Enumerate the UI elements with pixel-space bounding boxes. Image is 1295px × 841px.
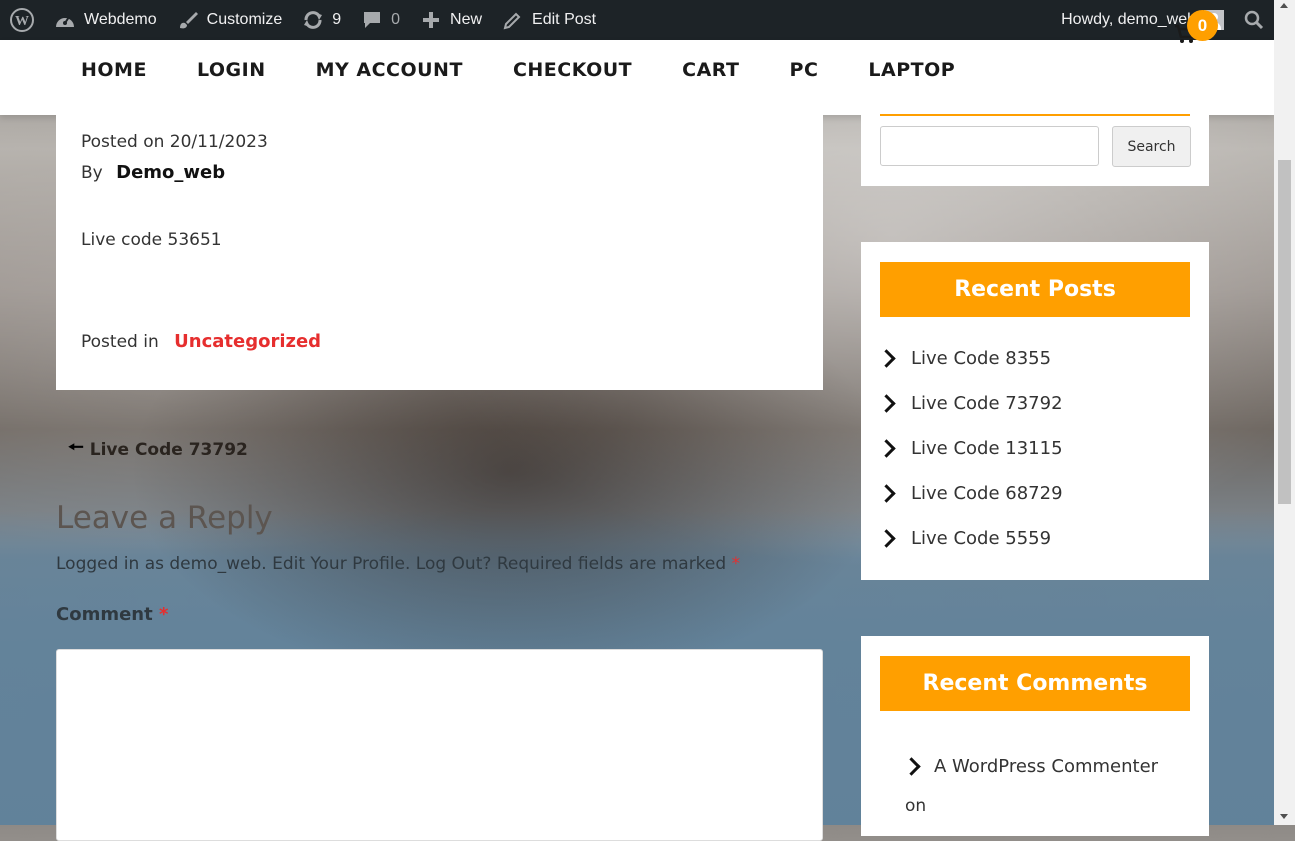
post-author-line: By Demo_web <box>81 162 225 183</box>
pencil-icon <box>502 9 524 31</box>
comment-required-mark: * <box>159 604 169 625</box>
search-icon <box>1244 10 1264 30</box>
posted-in-label: Posted in <box>81 332 159 352</box>
previous-post-link[interactable]: 🠔 Live Code 73792 <box>68 435 248 465</box>
logged-in-as-text: Logged in as demo_web. <box>56 554 267 574</box>
updates-link[interactable]: 9 <box>292 0 351 40</box>
recent-post-title: Live Code 68729 <box>911 483 1063 504</box>
edit-post-label: Edit Post <box>532 11 597 28</box>
primary-nav: HOME LOGIN MY ACCOUNT CHECKOUT CART PC L… <box>56 40 980 100</box>
site-name-link[interactable]: Webdemo <box>44 0 167 40</box>
nav-checkout[interactable]: CHECKOUT <box>488 59 657 81</box>
recent-post-title: Live Code 73792 <box>911 393 1063 414</box>
comments-count: 0 <box>391 11 401 28</box>
chevron-right-icon <box>877 439 896 458</box>
page-scrollbar[interactable] <box>1274 0 1295 825</box>
posted-on: Posted on 20/11/2023 <box>81 132 268 152</box>
recent-comments-widget: Recent Comments A WordPress Commenter on <box>861 636 1209 836</box>
arrow-left-icon: 🠔 <box>68 437 84 458</box>
dashboard-gauge-icon <box>54 9 76 31</box>
customize-link[interactable]: Customize <box>167 0 293 40</box>
by-label: By <box>81 163 103 183</box>
logged-in-as-line: Logged in as demo_web. Edit Your Profile… <box>56 554 740 574</box>
edit-post-link[interactable]: Edit Post <box>492 0 606 40</box>
nav-cart[interactable]: CART <box>657 59 764 81</box>
recent-posts-list: Live Code 8355 Live Code 73792 Live Code… <box>877 336 1063 561</box>
category-link[interactable]: Uncategorized <box>174 331 321 352</box>
scroll-thumb[interactable] <box>1278 160 1291 504</box>
customize-brush-icon <box>177 9 199 31</box>
chevron-right-icon <box>877 394 896 413</box>
comments-link[interactable]: 0 <box>351 0 410 40</box>
updates-count: 9 <box>332 11 342 28</box>
nav-login[interactable]: LOGIN <box>172 59 291 81</box>
site-name: Webdemo <box>84 11 157 28</box>
recent-post-title: Live Code 5559 <box>911 528 1052 549</box>
edit-profile-link[interactable]: Edit Your Profile. <box>272 554 410 574</box>
wordpress-logo-button[interactable]: W <box>0 0 44 40</box>
required-fields-text: Required fields are marked <box>496 554 727 574</box>
customize-label: Customize <box>206 11 283 28</box>
recent-comments-title: Recent Comments <box>880 656 1190 711</box>
chevron-right-icon <box>877 529 896 548</box>
comment-bubble-icon <box>361 9 383 31</box>
wp-admin-bar: W Webdemo Customize 9 0 New Edit Post Ho… <box>0 0 1274 40</box>
search-input[interactable] <box>880 126 1099 166</box>
chevron-right-icon <box>877 349 896 368</box>
recent-post-item[interactable]: Live Code 73792 <box>877 381 1063 426</box>
nav-laptop[interactable]: LAPTOP <box>843 59 980 81</box>
post-content: Live code 53651 <box>81 230 222 250</box>
chevron-right-icon <box>877 484 896 503</box>
search-widget: Search <box>861 90 1209 186</box>
plus-icon <box>420 9 442 31</box>
chevron-right-icon <box>902 757 921 776</box>
recent-post-title: Live Code 8355 <box>911 348 1052 369</box>
recent-post-title: Live Code 13115 <box>911 438 1063 459</box>
recent-post-item[interactable]: Live Code 68729 <box>877 471 1063 516</box>
previous-post-title: Live Code 73792 <box>89 440 248 460</box>
search-button[interactable]: Search <box>1112 126 1191 167</box>
nav-my-account[interactable]: MY ACCOUNT <box>291 59 488 81</box>
nav-pc[interactable]: PC <box>765 59 844 81</box>
recent-post-item[interactable]: Live Code 13115 <box>877 426 1063 471</box>
recent-posts-title: Recent Posts <box>880 262 1190 317</box>
recent-comment-author: A WordPress Commenter <box>934 756 1159 777</box>
updates-icon <box>302 9 324 31</box>
nav-home[interactable]: HOME <box>56 59 172 81</box>
new-label: New <box>450 11 483 28</box>
author-link[interactable]: Demo_web <box>116 162 225 183</box>
comment-label: Comment * <box>56 604 168 625</box>
recent-post-item[interactable]: Live Code 8355 <box>877 336 1063 381</box>
new-content-link[interactable]: New <box>410 0 492 40</box>
recent-posts-widget: Recent Posts Live Code 8355 Live Code 73… <box>861 242 1209 580</box>
scroll-up-arrow-icon[interactable] <box>1280 3 1288 8</box>
reply-title: Leave a Reply <box>56 500 273 536</box>
log-out-link[interactable]: Log Out? <box>416 554 492 574</box>
comment-textarea[interactable] <box>56 649 823 841</box>
recent-post-item[interactable]: Live Code 5559 <box>877 516 1063 561</box>
scroll-down-arrow-icon[interactable] <box>1280 814 1288 819</box>
comment-label-text: Comment <box>56 604 153 625</box>
required-mark: * <box>731 554 741 574</box>
wordpress-icon: W <box>10 8 34 32</box>
cart-count-badge[interactable]: 0 <box>1187 10 1218 41</box>
article-card: Posted on 20/11/2023 By Demo_web Live co… <box>56 115 823 390</box>
search-divider <box>880 114 1190 116</box>
svg-text:W: W <box>15 14 29 29</box>
posted-in-line: Posted in Uncategorized <box>81 331 321 352</box>
recent-comment-item[interactable]: A WordPress Commenter <box>902 756 1159 777</box>
recent-comment-on: on <box>905 796 927 816</box>
admin-search-button[interactable] <box>1234 0 1274 40</box>
